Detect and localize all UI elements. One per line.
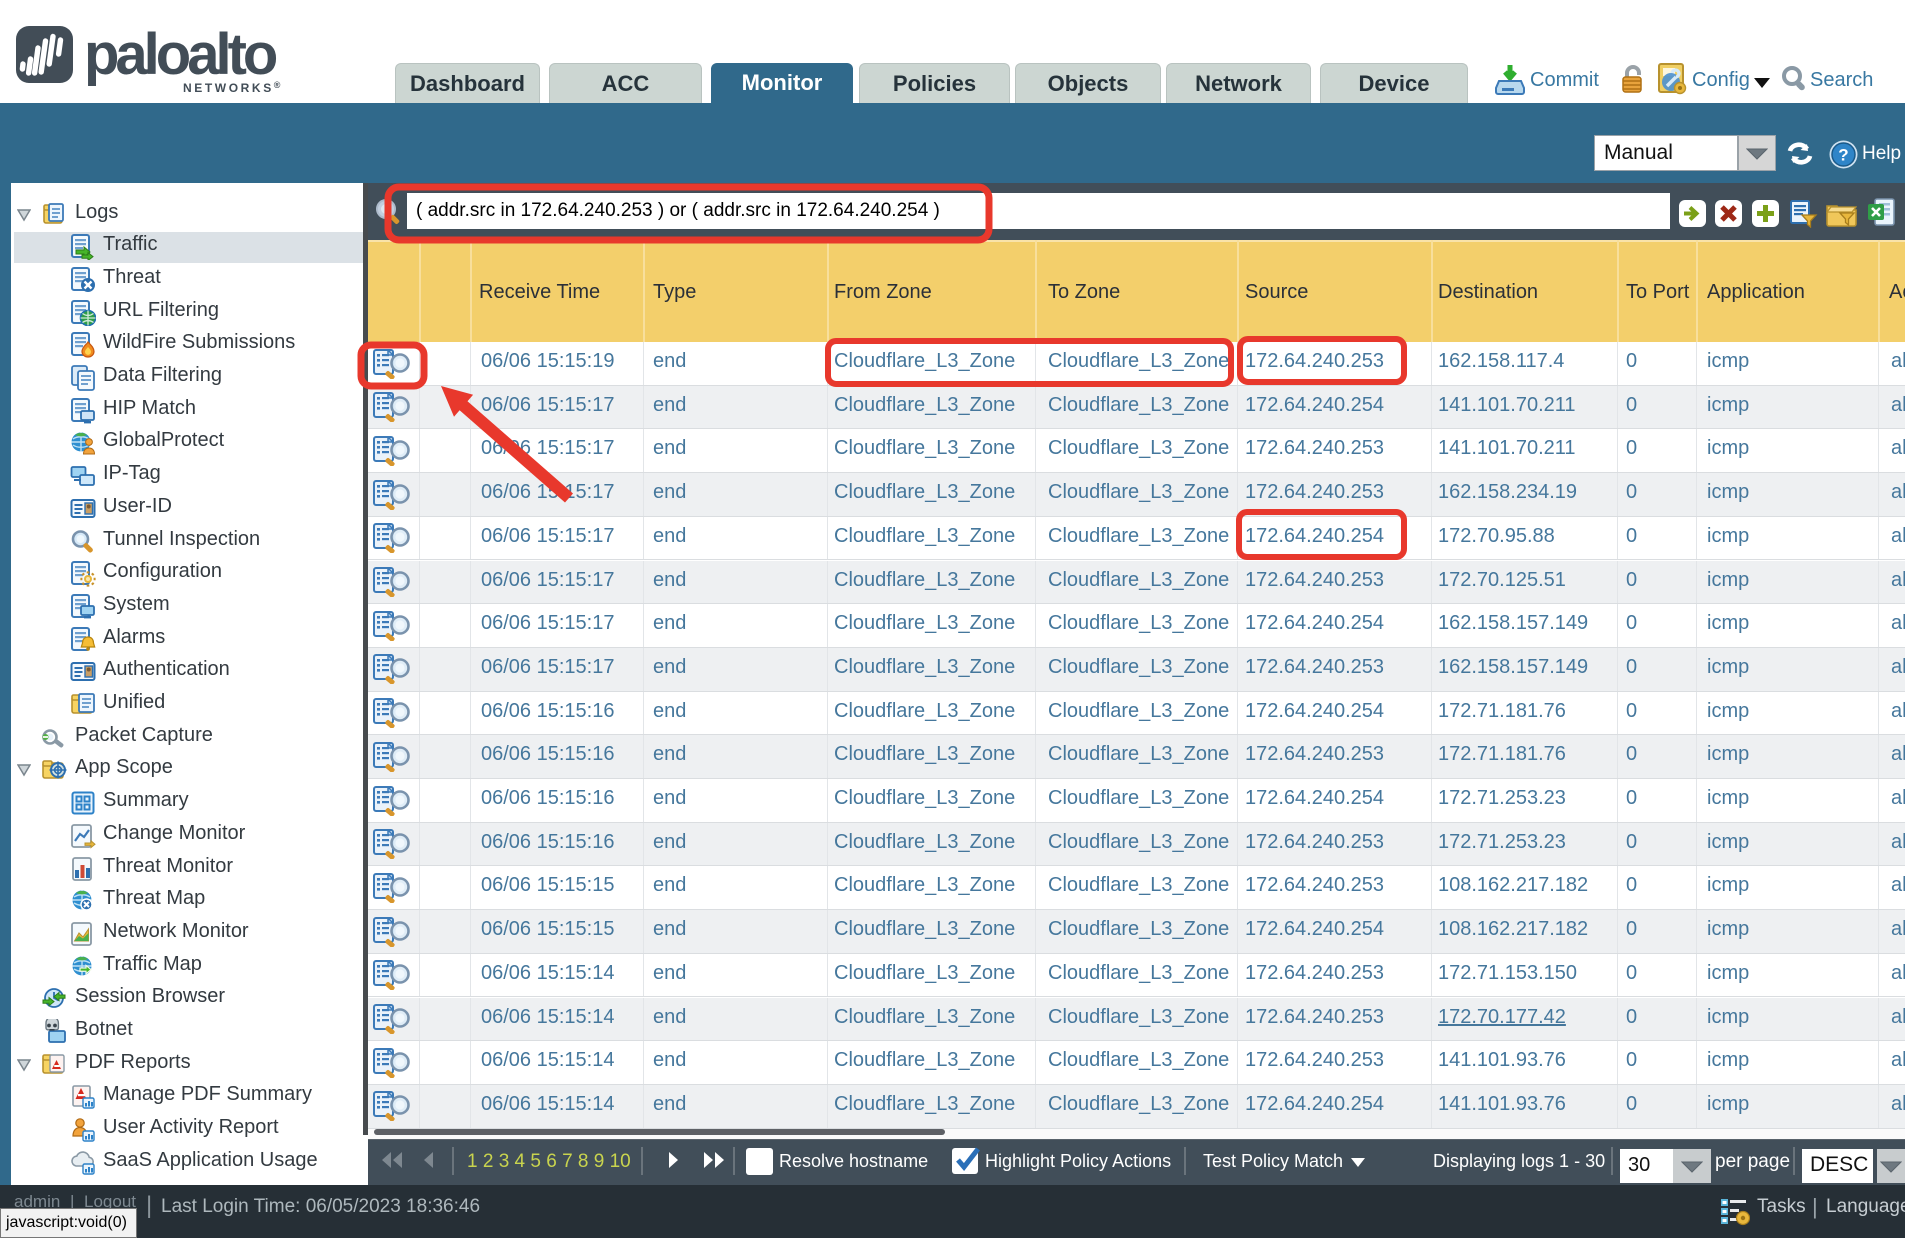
svg-text:?: ? xyxy=(1838,146,1848,165)
